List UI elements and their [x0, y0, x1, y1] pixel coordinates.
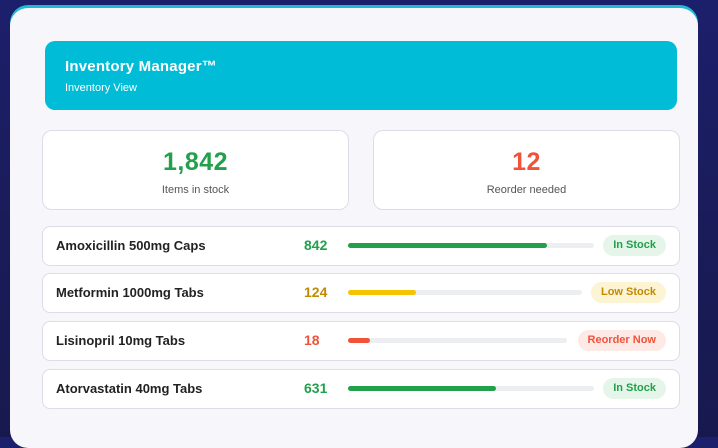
- stat-value: 12: [512, 148, 541, 176]
- item-name: Lisinopril 10mg Tabs: [56, 333, 186, 348]
- stat-label: Reorder needed: [486, 184, 567, 196]
- stat-card-items-in-stock: 1,842 Items in stock: [42, 130, 349, 210]
- stock-level-fill: [348, 338, 370, 343]
- status-badge: In Stock: [603, 235, 666, 256]
- stock-level-bar: [348, 386, 594, 391]
- stock-level-bar: [348, 338, 567, 343]
- stat-card-reorder-needed: 12 Reorder needed: [373, 130, 680, 210]
- item-quantity: 18: [304, 332, 320, 348]
- status-badge: Low Stock: [590, 282, 666, 303]
- inventory-row[interactable]: Metformin 1000mg Tabs 124 Low Stock: [42, 273, 680, 313]
- item-name: Atorvastatin 40mg Tabs: [56, 381, 203, 396]
- item-name: Metformin 1000mg Tabs: [56, 285, 204, 300]
- stock-level-fill: [348, 243, 548, 248]
- inventory-row[interactable]: Amoxicillin 500mg Caps 842 In Stock: [42, 226, 680, 266]
- inventory-row[interactable]: Lisinopril 10mg Tabs 18 Reorder Now: [42, 321, 680, 361]
- inventory-header: Inventory Manager™ Inventory View: [45, 41, 677, 110]
- inventory-card: Inventory Manager™ Inventory View 1,842 …: [10, 8, 698, 448]
- item-quantity: 842: [304, 237, 328, 253]
- app-title: Inventory Manager™: [65, 58, 217, 75]
- item-name: Amoxicillin 500mg Caps: [56, 238, 206, 253]
- stock-level-fill: [348, 386, 496, 391]
- status-badge: Reorder Now: [577, 330, 666, 351]
- inventory-row[interactable]: Atorvastatin 40mg Tabs 631 In Stock: [42, 369, 680, 409]
- stock-level-bar: [348, 243, 594, 248]
- view-subtitle: Inventory View: [65, 82, 137, 94]
- stat-label: Items in stock: [161, 184, 230, 196]
- item-quantity: 631: [304, 380, 328, 396]
- status-badge: In Stock: [603, 378, 666, 399]
- stock-level-bar: [348, 290, 582, 295]
- stock-level-fill: [348, 290, 416, 295]
- item-quantity: 124: [304, 284, 328, 300]
- stat-value: 1,842: [162, 148, 229, 176]
